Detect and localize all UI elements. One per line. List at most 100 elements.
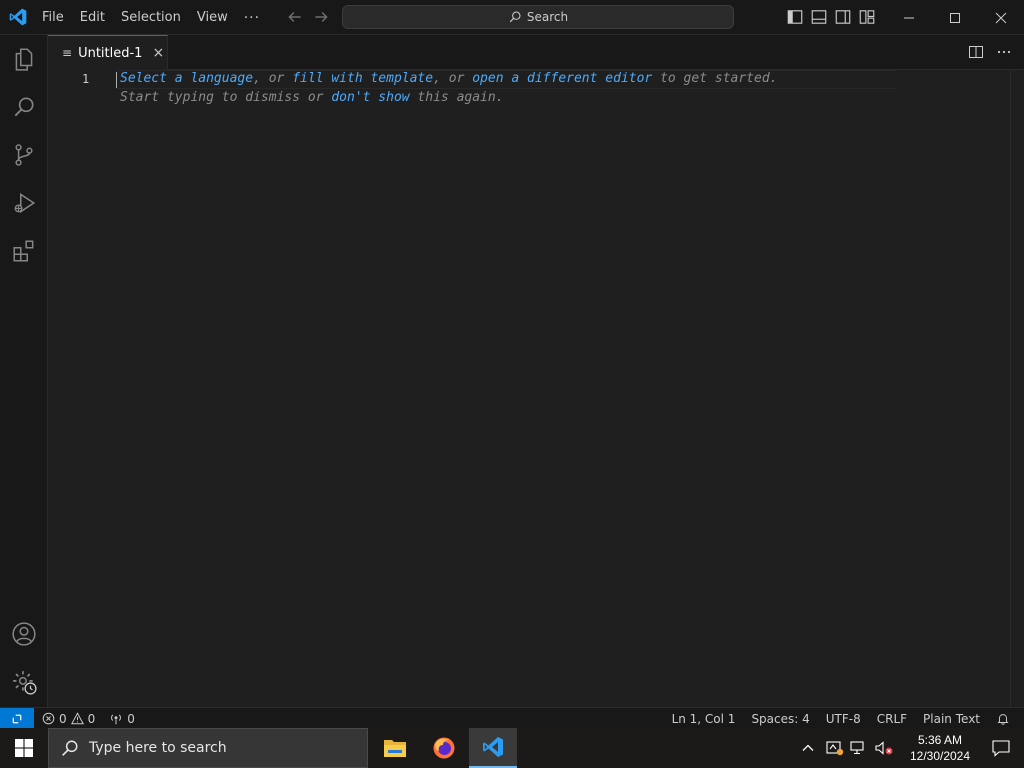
- tab-close-button[interactable]: ×: [152, 45, 164, 61]
- cursor-position[interactable]: Ln 1, Col 1: [672, 712, 736, 726]
- menu-file[interactable]: File: [34, 0, 72, 35]
- text-file-icon: ≡: [62, 46, 73, 60]
- maximize-icon: [950, 12, 960, 23]
- notifications-bell-icon[interactable]: [996, 712, 1010, 726]
- start-button[interactable]: [0, 728, 48, 768]
- close-icon: [995, 12, 1007, 23]
- search-icon: [14, 97, 34, 117]
- menu-bar: File Edit Selection View ···: [34, 0, 268, 35]
- search-icon: [509, 11, 521, 23]
- vertical-scrollbar[interactable]: [1010, 70, 1024, 707]
- account-icon: [12, 622, 36, 646]
- clock-time: 5:36 AM: [917, 733, 963, 747]
- status-bar: 0 0 0 Ln 1, Col 1 Spaces: 4 UTF-8 CRLF P…: [0, 707, 1024, 729]
- search-view-button[interactable]: [0, 83, 48, 131]
- vscode-taskbar-button[interactable]: [469, 728, 517, 768]
- taskbar-clock[interactable]: 5:36 AM 12/30/2024: [902, 732, 978, 764]
- firefox-icon: [433, 737, 455, 759]
- more-actions-icon[interactable]: [996, 44, 1012, 60]
- eol-setting[interactable]: CRLF: [877, 712, 907, 726]
- menu-selection[interactable]: Selection: [113, 0, 189, 35]
- remote-icon: [12, 714, 22, 723]
- run-debug-button[interactable]: [0, 179, 48, 227]
- tab-untitled-1[interactable]: ≡ Untitled-1 ×: [48, 35, 168, 70]
- folder-icon: [384, 740, 406, 757]
- manage-button[interactable]: [0, 658, 48, 706]
- toggle-panel-icon[interactable]: [810, 8, 828, 26]
- security-alert-icon[interactable]: [826, 740, 844, 756]
- empty-editor-hint-line-1: Select a language, or fill with template…: [120, 71, 777, 86]
- hint-text: to get started.: [652, 71, 778, 86]
- ports-count: 0: [127, 711, 135, 726]
- forward-arrow-icon[interactable]: [312, 8, 330, 26]
- empty-editor-hint-line-2: Start typing to dismiss or don't show th…: [120, 90, 504, 105]
- volume-muted-icon[interactable]: [874, 740, 894, 756]
- extensions-icon: [13, 240, 34, 262]
- editor-area[interactable]: 1 Select a language, or fill with templa…: [48, 70, 1024, 707]
- source-control-icon: [15, 144, 33, 166]
- indentation-setting[interactable]: Spaces: 4: [751, 712, 809, 726]
- minimize-icon: [904, 17, 914, 18]
- action-center-button[interactable]: [978, 728, 1024, 768]
- hint-link[interactable]: Select a language: [120, 71, 253, 86]
- hint-text: , or: [433, 71, 473, 86]
- source-control-button[interactable]: [0, 131, 48, 179]
- hint-link[interactable]: open a different editor: [472, 71, 652, 86]
- remote-indicator-button[interactable]: [0, 708, 34, 729]
- taskbar-search-placeholder: Type here to search: [89, 740, 227, 756]
- editor-actions: [968, 44, 1012, 60]
- problems-indicator[interactable]: 0 0 0: [42, 708, 135, 729]
- ports-icon: [111, 714, 122, 725]
- warning-icon: [70, 712, 84, 725]
- minimize-button[interactable]: [886, 0, 932, 35]
- clock-date: 12/30/2024: [909, 749, 971, 763]
- error-icon: [42, 712, 55, 725]
- windows-logo-icon: [15, 739, 33, 757]
- toggle-primary-sidebar-icon[interactable]: [786, 8, 804, 26]
- taskbar-search-box[interactable]: Type here to search: [48, 728, 368, 768]
- files-icon: [15, 48, 33, 71]
- system-tray: 5:36 AM 12/30/2024: [800, 728, 1024, 768]
- run-debug-icon: [14, 192, 36, 214]
- notification-center-icon: [992, 740, 1010, 757]
- windows-taskbar: Type here to search 5:36 AM 12/30/2024: [0, 728, 1024, 768]
- network-icon[interactable]: [850, 740, 868, 756]
- hint-text: this again.: [409, 90, 504, 105]
- line-number: 1: [82, 72, 90, 86]
- activity-bar: [0, 35, 48, 707]
- chevron-up-icon[interactable]: [800, 740, 816, 756]
- vscode-logo-icon: [9, 8, 27, 26]
- hint-link[interactable]: don't show: [331, 90, 409, 105]
- status-right-items: Ln 1, Col 1 Spaces: 4 UTF-8 CRLF Plain T…: [672, 708, 1010, 729]
- warning-count: 0: [87, 711, 96, 726]
- menu-more-button[interactable]: ···: [236, 10, 268, 26]
- tab-label: Untitled-1: [78, 45, 143, 61]
- close-window-button[interactable]: [978, 0, 1024, 35]
- extensions-button[interactable]: [0, 227, 48, 275]
- title-bar: File Edit Selection View ··· Search: [0, 0, 1024, 35]
- menu-edit[interactable]: Edit: [72, 0, 113, 35]
- error-count: 0: [59, 711, 67, 726]
- hint-link[interactable]: fill with template: [292, 71, 433, 86]
- editor-tab-bar: ≡ Untitled-1 ×: [48, 35, 1024, 70]
- explorer-button[interactable]: [0, 35, 48, 83]
- back-arrow-icon[interactable]: [286, 8, 304, 26]
- vscode-logo-icon: [483, 737, 503, 757]
- split-editor-icon[interactable]: [968, 44, 984, 60]
- accounts-button[interactable]: [0, 610, 48, 658]
- file-explorer-taskbar-button[interactable]: [371, 728, 419, 768]
- language-mode[interactable]: Plain Text: [923, 712, 980, 726]
- search-icon: [62, 740, 78, 756]
- hint-text: , or: [253, 71, 293, 86]
- menu-view[interactable]: View: [189, 0, 236, 35]
- encoding-setting[interactable]: UTF-8: [826, 712, 861, 726]
- hint-text: Start typing to dismiss or: [120, 90, 332, 105]
- layout-controls: [786, 8, 876, 26]
- maximize-button[interactable]: [932, 0, 978, 35]
- command-center-search[interactable]: Search: [342, 5, 734, 29]
- gear-icon: [13, 671, 37, 695]
- toggle-secondary-sidebar-icon[interactable]: [834, 8, 852, 26]
- command-center-label: Search: [526, 10, 569, 24]
- customize-layout-icon[interactable]: [858, 8, 876, 26]
- firefox-taskbar-button[interactable]: [420, 728, 468, 768]
